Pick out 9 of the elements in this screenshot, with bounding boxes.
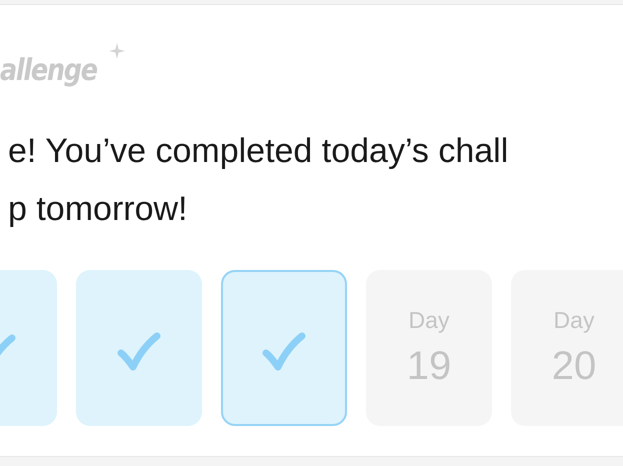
checkmark-icon (0, 334, 17, 356)
completed-day-card[interactable] (76, 270, 202, 426)
message-line: e! You’ve completed today’s chall (8, 131, 510, 172)
message-line: p tomorrow! (8, 189, 188, 230)
completed-day-card[interactable] (221, 270, 347, 426)
checkmark-icon (261, 332, 307, 372)
checkmark-icon (116, 332, 162, 372)
sparkle-icon (108, 43, 125, 59)
completed-day-card[interactable] (0, 270, 57, 426)
